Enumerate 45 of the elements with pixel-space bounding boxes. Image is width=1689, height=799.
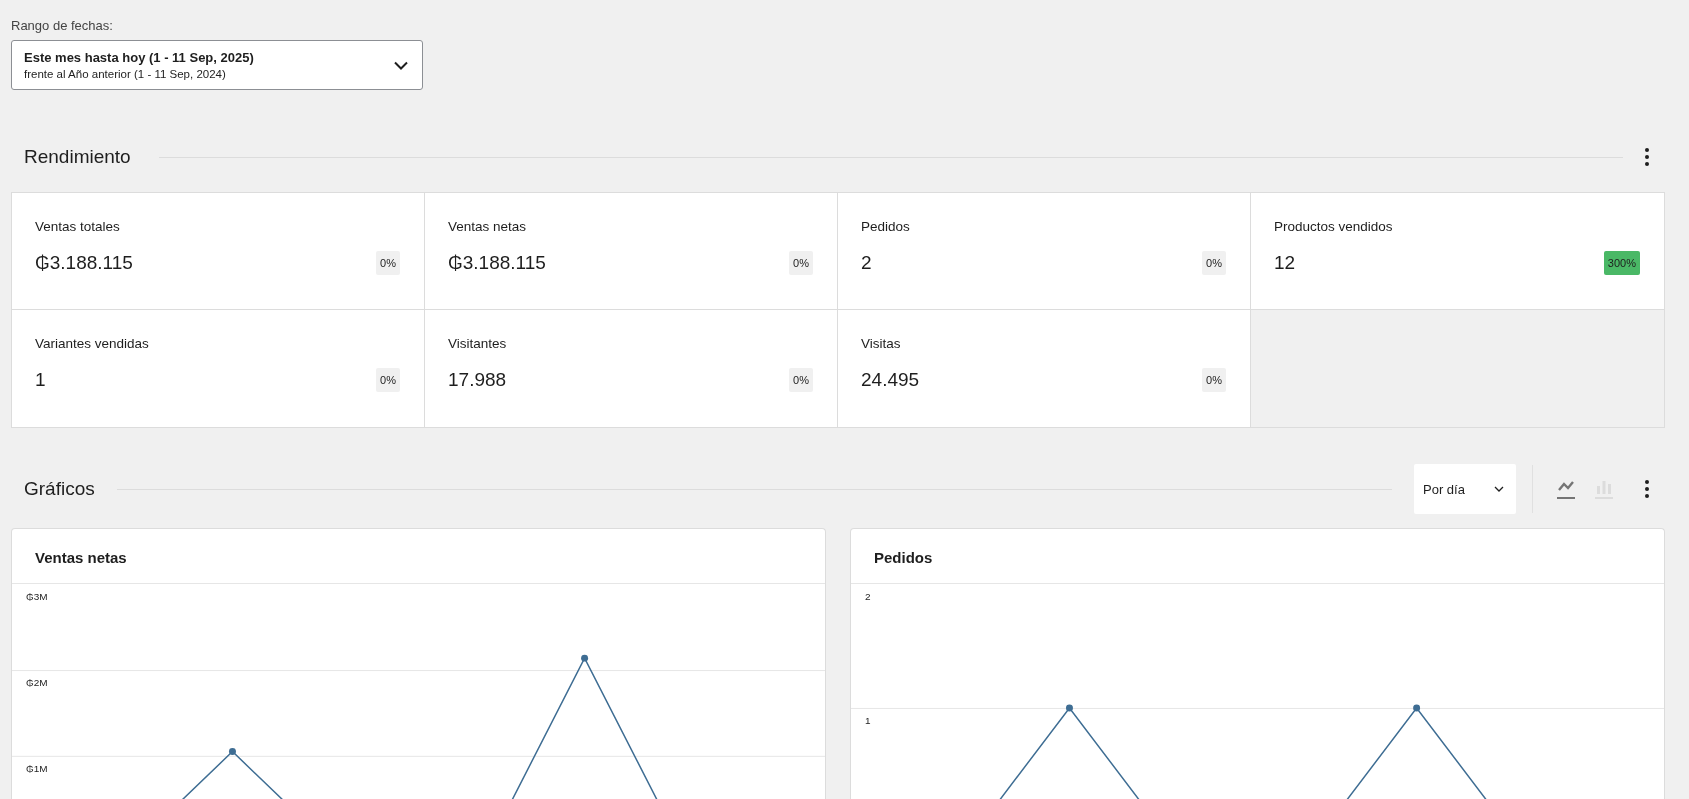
stat-label: Ventas netas — [448, 219, 528, 234]
stat-label: Ventas totales — [35, 219, 121, 234]
change-badge: 0% — [789, 251, 813, 275]
axis-tick-label: ₲3M — [25, 591, 48, 603]
chart-title: Ventas netas — [12, 529, 825, 584]
change-badge: 0% — [376, 368, 400, 392]
stat-card[interactable]: Pedidos 2 0% — [838, 193, 1251, 310]
section-title: Rendimiento — [24, 146, 131, 168]
stat-label: Visitas — [861, 336, 902, 351]
stat-card[interactable]: Visitantes 17.988 0% — [425, 310, 838, 427]
stat-value: ₲3.188.115 — [35, 252, 133, 274]
stat-value: 2 — [861, 252, 872, 274]
axis-tick-label: 1 — [864, 714, 871, 726]
more-options-icon[interactable] — [1645, 480, 1649, 498]
change-badge: 0% — [376, 251, 400, 275]
stat-card[interactable]: Ventas netas ₲3.188.115 0% — [425, 193, 838, 310]
chevron-down-icon — [1494, 486, 1504, 492]
axis-tick-label: 2 — [864, 591, 871, 603]
stat-label: Pedidos — [861, 219, 911, 234]
stat-label: Visitantes — [448, 336, 508, 351]
date-range-dropdown[interactable]: Este mes hasta hoy (1 - 11 Sep, 2025) frente al Año anterior (1 - 11 Sep, 2024) — [11, 40, 423, 90]
date-range-comparison: frente al Año anterior (1 - 11 Sep, 2024) — [24, 68, 227, 80]
chevron-down-icon — [394, 60, 408, 70]
change-badge: 0% — [1202, 251, 1226, 275]
axis-tick-label: ₲2M — [25, 677, 48, 688]
line-chart-toggle[interactable] — [1557, 479, 1575, 499]
change-badge: 300% — [1603, 251, 1640, 275]
axis-tick-label: ₲1M — [25, 762, 48, 774]
section-title: Gráficos — [24, 478, 95, 500]
stat-card[interactable]: Variantes vendidas 1 0% — [12, 310, 425, 427]
more-options-icon[interactable] — [1645, 148, 1649, 166]
date-range-primary: Este mes hasta hoy (1 - 11 Sep, 2025) — [24, 50, 254, 65]
stat-label: Variantes vendidas — [35, 336, 150, 351]
stat-value: 12 — [1274, 252, 1296, 274]
stat-value: ₲3.188.115 — [448, 252, 546, 274]
stat-value: 24.495 — [861, 369, 920, 391]
change-badge: 0% — [789, 368, 813, 392]
stat-value: 17.988 — [448, 369, 507, 391]
chart-title: Pedidos — [851, 529, 1664, 584]
stat-label: Productos vendidos — [1274, 219, 1394, 234]
change-badge: 0% — [1202, 368, 1226, 392]
stat-value: 1 — [35, 369, 46, 391]
stat-card[interactable]: Ventas totales ₲3.188.115 0% — [12, 193, 425, 310]
interval-dropdown[interactable]: Por día — [1414, 464, 1516, 514]
field-label: Rango de fechas: — [11, 18, 114, 33]
